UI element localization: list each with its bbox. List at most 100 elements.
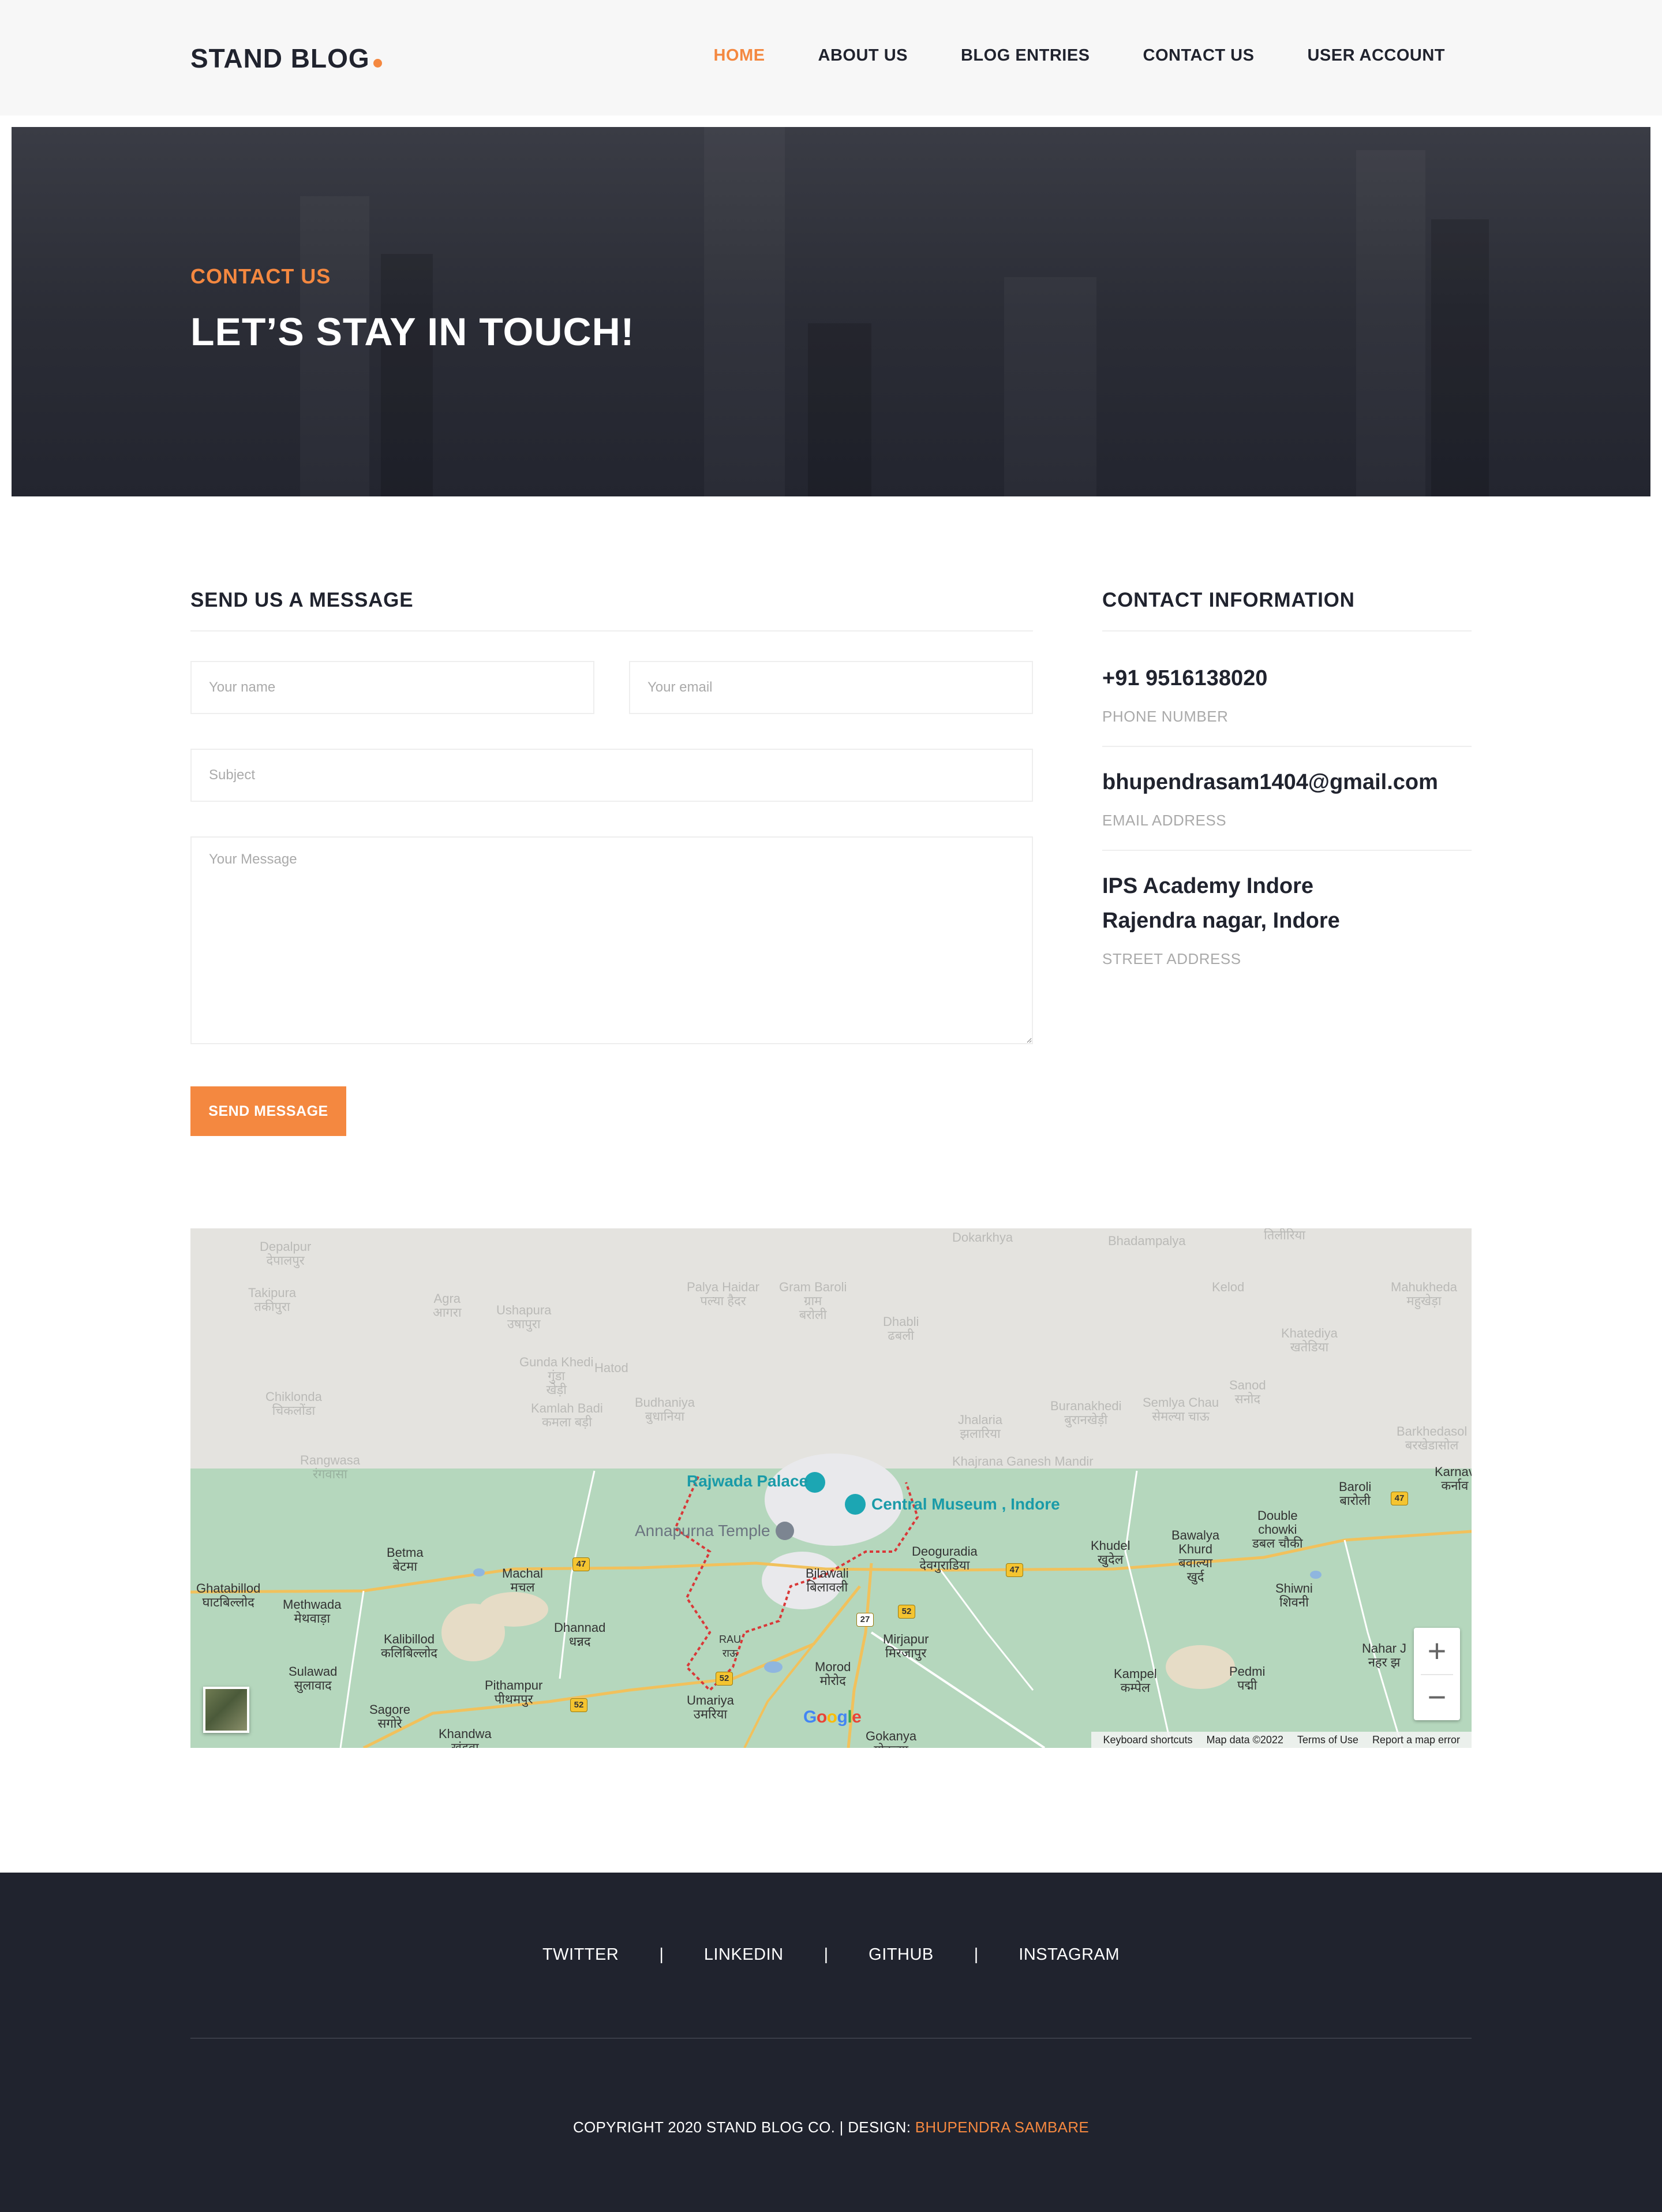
map-place-label: Double chowki डबल चौकी bbox=[1252, 1508, 1303, 1550]
rajwada-palace-label[interactable]: Rajwada Palace bbox=[687, 1473, 808, 1489]
site-logo[interactable]: STAND BLOG bbox=[190, 43, 382, 74]
map-place-label: Bawalya Khurd बवाल्या खुर्द bbox=[1171, 1528, 1220, 1584]
map-place-label: Jhalaria झलारिया bbox=[958, 1413, 1003, 1441]
map-place-label: Gram Baroli ग्राम बरोली bbox=[779, 1280, 847, 1322]
map-place-label: Ushapura उषापुरा bbox=[496, 1303, 552, 1331]
contact-info-divider bbox=[1102, 630, 1472, 632]
instagram-link[interactable]: INSTAGRAM bbox=[1019, 1945, 1120, 1964]
map-place-label: Hatod bbox=[594, 1361, 628, 1375]
message-field[interactable] bbox=[190, 836, 1033, 1044]
route-shield: 52 bbox=[898, 1605, 915, 1619]
social-separator: | bbox=[823, 1945, 829, 1964]
keyboard-shortcuts-link[interactable]: Keyboard shortcuts bbox=[1096, 1734, 1199, 1746]
nav-about-us[interactable]: ABOUT US bbox=[818, 46, 908, 65]
form-title-divider bbox=[190, 630, 1033, 632]
map-place-label: तिलीरिया bbox=[1264, 1228, 1306, 1242]
annapurna-temple-label[interactable]: Annapurna Temple bbox=[635, 1523, 770, 1539]
location-map[interactable]: Depalpur देपालपुर Takipura तकीपुरा Agra आगर… bbox=[190, 1228, 1472, 1748]
phone-number: +91 9516138020 bbox=[1102, 666, 1268, 690]
map-place-label: Baroli बारोली bbox=[1339, 1479, 1372, 1508]
map-place-label: Dokarkhya bbox=[952, 1230, 1013, 1245]
subject-field[interactable] bbox=[190, 749, 1033, 802]
annapurna-temple-pin-icon[interactable] bbox=[776, 1522, 794, 1540]
map-place-label: Kamlah Badi कमला बड़ी bbox=[531, 1401, 603, 1429]
map-attribution: Keyboard shortcuts Map data ©2022 Terms … bbox=[1091, 1732, 1472, 1748]
nav-contact-us[interactable]: CONTACT US bbox=[1143, 46, 1255, 65]
map-place-label: Kelod bbox=[1212, 1280, 1245, 1294]
map-place-label: Shiwni शिवनी bbox=[1275, 1581, 1313, 1609]
map-place-label: Khudel खुदेल bbox=[1091, 1538, 1131, 1567]
social-separator: | bbox=[659, 1945, 664, 1964]
linkedin-link[interactable]: LINKEDIN bbox=[704, 1945, 784, 1964]
route-shield: 47 bbox=[1006, 1563, 1023, 1577]
map-place-label: RAU राऊ bbox=[719, 1634, 742, 1659]
map-place-label: Sanod सनोद bbox=[1229, 1378, 1266, 1406]
lake bbox=[1310, 1571, 1322, 1579]
report-map-error-link[interactable]: Report a map error bbox=[1365, 1734, 1467, 1746]
map-place-label: Kampel कम्पेल bbox=[1114, 1667, 1157, 1695]
designer-link[interactable]: BHUPENDRA SAMBARE bbox=[915, 2118, 1089, 2136]
route-shield: 47 bbox=[1391, 1492, 1408, 1505]
map-greyed-area bbox=[190, 1228, 1472, 1469]
social-links: TWITTER | LINKEDIN | GITHUB | INSTAGRAM bbox=[0, 1945, 1662, 1964]
map-place-label: Morod मोरोद bbox=[815, 1660, 851, 1688]
lake bbox=[764, 1661, 783, 1673]
copyright-label: COPYRIGHT 2020 STAND BLOG CO. | DESIGN: bbox=[572, 2118, 915, 2136]
terms-of-use-link[interactable]: Terms of Use bbox=[1290, 1734, 1365, 1746]
map-place-label: Palya Haidar पल्या हैदर bbox=[687, 1280, 759, 1308]
map-place-label: Gokanyaगोकन्या bbox=[866, 1729, 917, 1748]
street-address-label: STREET ADDRESS bbox=[1102, 950, 1241, 967]
name-field[interactable] bbox=[190, 661, 594, 714]
map-place-label: Karnav कर्नाव bbox=[1435, 1464, 1472, 1493]
site-footer: TWITTER | LINKEDIN | GITHUB | INSTAGRAM … bbox=[0, 1873, 1662, 2212]
nav-home[interactable]: HOME bbox=[714, 46, 765, 65]
phone-number-label: PHONE NUMBER bbox=[1102, 708, 1229, 725]
email-address[interactable]: bhupendrasam1404@gmail.com bbox=[1102, 765, 1438, 799]
map-zoom-control: + − bbox=[1414, 1628, 1460, 1720]
map-place-label: Dhabli ढबली bbox=[883, 1314, 919, 1343]
site-header: STAND BLOG HOME ABOUT US BLOG ENTRIES CO… bbox=[0, 0, 1662, 115]
social-separator: | bbox=[974, 1945, 979, 1964]
banner-kicker: CONTACT US bbox=[190, 264, 331, 288]
map-place-label: Agra आगरा bbox=[433, 1291, 462, 1320]
form-title: SEND US A MESSAGE bbox=[190, 589, 414, 611]
page-heading-banner: CONTACT US LET’S STAY IN TOUCH! bbox=[12, 127, 1650, 496]
map-place-label: Sulawad सुलावाद bbox=[289, 1664, 338, 1692]
map-data-label: Map data ©2022 bbox=[1206, 1733, 1283, 1746]
map-place-label: Khajrana Ganesh Mandir bbox=[952, 1454, 1094, 1469]
banner-building bbox=[1356, 150, 1425, 496]
google-logo: Google bbox=[803, 1707, 862, 1727]
twitter-link[interactable]: TWITTER bbox=[542, 1945, 619, 1964]
satellite-toggle-button[interactable] bbox=[203, 1687, 249, 1733]
map-place-label: Umariya उमरिया bbox=[687, 1693, 734, 1721]
github-link[interactable]: GITHUB bbox=[869, 1945, 934, 1964]
zoom-in-button[interactable]: + bbox=[1414, 1628, 1460, 1674]
map-place-label: Budhaniya बुधानिया bbox=[635, 1395, 695, 1423]
map-dry-area bbox=[479, 1592, 548, 1627]
banner-building bbox=[1004, 277, 1096, 496]
map-place-label: Nahar J नहर झ bbox=[1362, 1641, 1407, 1669]
footer-divider bbox=[190, 2038, 1472, 2039]
send-message-button[interactable]: SEND MESSAGE bbox=[190, 1086, 346, 1136]
route-shield: 47 bbox=[572, 1557, 590, 1571]
map-place-label: Khatediya खतेडिया bbox=[1281, 1326, 1338, 1354]
map-place-label: Pedmi पद्मी bbox=[1229, 1664, 1266, 1692]
main-nav: HOME ABOUT US BLOG ENTRIES CONTACT US US… bbox=[661, 46, 1445, 65]
map-place-label: Sagore सगोरे bbox=[369, 1702, 410, 1731]
map-place-label: Takipura तकीपुरा bbox=[248, 1286, 297, 1314]
central-museum-label[interactable]: Central Museum , Indore bbox=[871, 1496, 1060, 1512]
banner-building bbox=[1431, 219, 1489, 496]
nav-blog-entries[interactable]: BLOG ENTRIES bbox=[961, 46, 1090, 65]
central-museum-pin-icon[interactable] bbox=[845, 1494, 866, 1515]
banner-building bbox=[808, 323, 871, 496]
email-field[interactable] bbox=[629, 661, 1033, 714]
map-dry-area bbox=[1166, 1645, 1235, 1689]
map-place-label: Barkhedasol बरखेडासोल bbox=[1397, 1424, 1468, 1452]
zoom-out-button[interactable]: − bbox=[1414, 1674, 1460, 1720]
logo-text[interactable]: STAND BLOG bbox=[190, 43, 370, 73]
nav-user-account[interactable]: USER ACCOUNT bbox=[1307, 46, 1445, 65]
map-place-label: Chiklonda चिकलोंडा bbox=[265, 1389, 322, 1418]
map-place-label: Gunda Khedi गुंडा खेड़ी bbox=[519, 1355, 594, 1397]
map-place-label: Semlya Chau सेमल्या चाऊ bbox=[1143, 1395, 1219, 1423]
contact-info-divider bbox=[1102, 746, 1472, 747]
